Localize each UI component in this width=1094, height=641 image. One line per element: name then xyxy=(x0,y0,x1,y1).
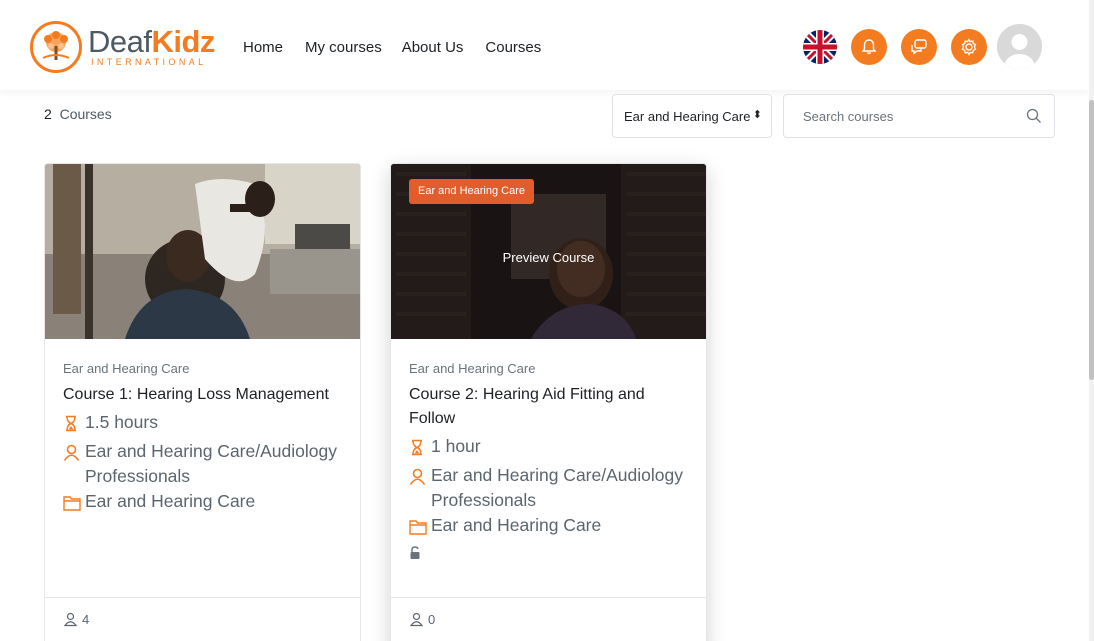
course-image[interactable] xyxy=(45,164,360,339)
course-category-badge[interactable]: Ear and Hearing Care xyxy=(409,179,535,204)
course-audience: Ear and Hearing Care/Audiology Professio… xyxy=(409,463,692,513)
course-card[interactable]: Ear and Hearing Care Preview Course Ear … xyxy=(390,163,707,641)
course-duration: 1 hour xyxy=(409,434,692,463)
unlock-icon xyxy=(409,546,692,565)
course-category: Ear and Hearing Care xyxy=(409,361,536,376)
course-title[interactable]: Course 1: Hearing Loss Management xyxy=(63,383,346,407)
course-folder: Ear and Hearing Care xyxy=(409,513,692,542)
course-search[interactable] xyxy=(783,94,1055,138)
user-icon xyxy=(63,439,81,468)
course-audience: Ear and Hearing Care/Audiology Professio… xyxy=(63,439,346,489)
main-nav: Home My courses About Us Courses xyxy=(243,38,563,58)
course-category: Ear and Hearing Care xyxy=(63,361,190,376)
hourglass-icon xyxy=(63,410,81,439)
course-image[interactable]: Ear and Hearing Care Preview Course xyxy=(391,164,706,339)
folder-icon xyxy=(63,489,81,518)
participants-icon xyxy=(409,612,424,630)
page-scrollbar[interactable] xyxy=(1089,0,1094,641)
course-card[interactable]: Ear and Hearing Care Course 1: Hearing L… xyxy=(44,163,361,641)
logo-tree-icon xyxy=(30,21,82,73)
logo-tagline: INTERNATIONAL xyxy=(91,57,207,67)
participants-icon xyxy=(63,612,78,630)
nav-my-courses[interactable]: My courses xyxy=(305,38,382,58)
course-card-body: Ear and Hearing Care Course 2: Hearing A… xyxy=(409,360,692,565)
search-input[interactable] xyxy=(803,109,1003,124)
bell-icon xyxy=(861,38,877,54)
participants-count: 0 xyxy=(428,612,436,627)
course-footer: 4 xyxy=(45,597,360,641)
course-card-body: Ear and Hearing Care Course 1: Hearing L… xyxy=(63,360,346,518)
participants-count: 4 xyxy=(82,612,90,627)
page-scrollbar-thumb[interactable] xyxy=(1089,100,1094,380)
course-folder: Ear and Hearing Care xyxy=(63,489,346,518)
deafkidz-logo[interactable]: DeafKidz INTERNATIONAL xyxy=(30,21,215,73)
messages-chat-button[interactable] xyxy=(901,28,937,65)
preview-course-link[interactable]: Preview Course xyxy=(391,250,706,265)
settings-gear-button[interactable] xyxy=(951,28,987,65)
category-select-value: Ear and Hearing Care xyxy=(624,109,751,124)
user-avatar[interactable] xyxy=(997,24,1042,69)
course-footer: 0 xyxy=(391,597,706,641)
uk-flag-icon[interactable] xyxy=(803,29,837,64)
search-icon[interactable] xyxy=(1026,108,1042,129)
course-duration: 1.5 hours xyxy=(63,410,346,439)
gear-icon xyxy=(961,37,977,56)
header-actions xyxy=(803,24,1042,69)
chat-icon xyxy=(911,38,927,55)
nav-courses[interactable]: Courses xyxy=(485,38,541,58)
top-navbar: DeafKidz INTERNATIONAL Home My courses A… xyxy=(0,0,1089,90)
nav-about-us[interactable]: About Us xyxy=(402,38,464,58)
notifications-bell-button[interactable] xyxy=(851,28,887,65)
user-icon xyxy=(409,463,427,492)
nav-home[interactable]: Home xyxy=(243,38,283,58)
category-select[interactable]: Ear and Hearing Care ⬍ xyxy=(612,94,772,138)
folder-icon xyxy=(409,513,427,542)
course-count: 2 Courses xyxy=(44,106,112,122)
course-title[interactable]: Course 2: Hearing Aid Fitting and Follow xyxy=(409,383,692,431)
sort-caret-icon: ⬍ xyxy=(752,109,762,121)
logo-wordmark: DeafKidz xyxy=(88,24,215,59)
hourglass-icon xyxy=(409,434,427,463)
